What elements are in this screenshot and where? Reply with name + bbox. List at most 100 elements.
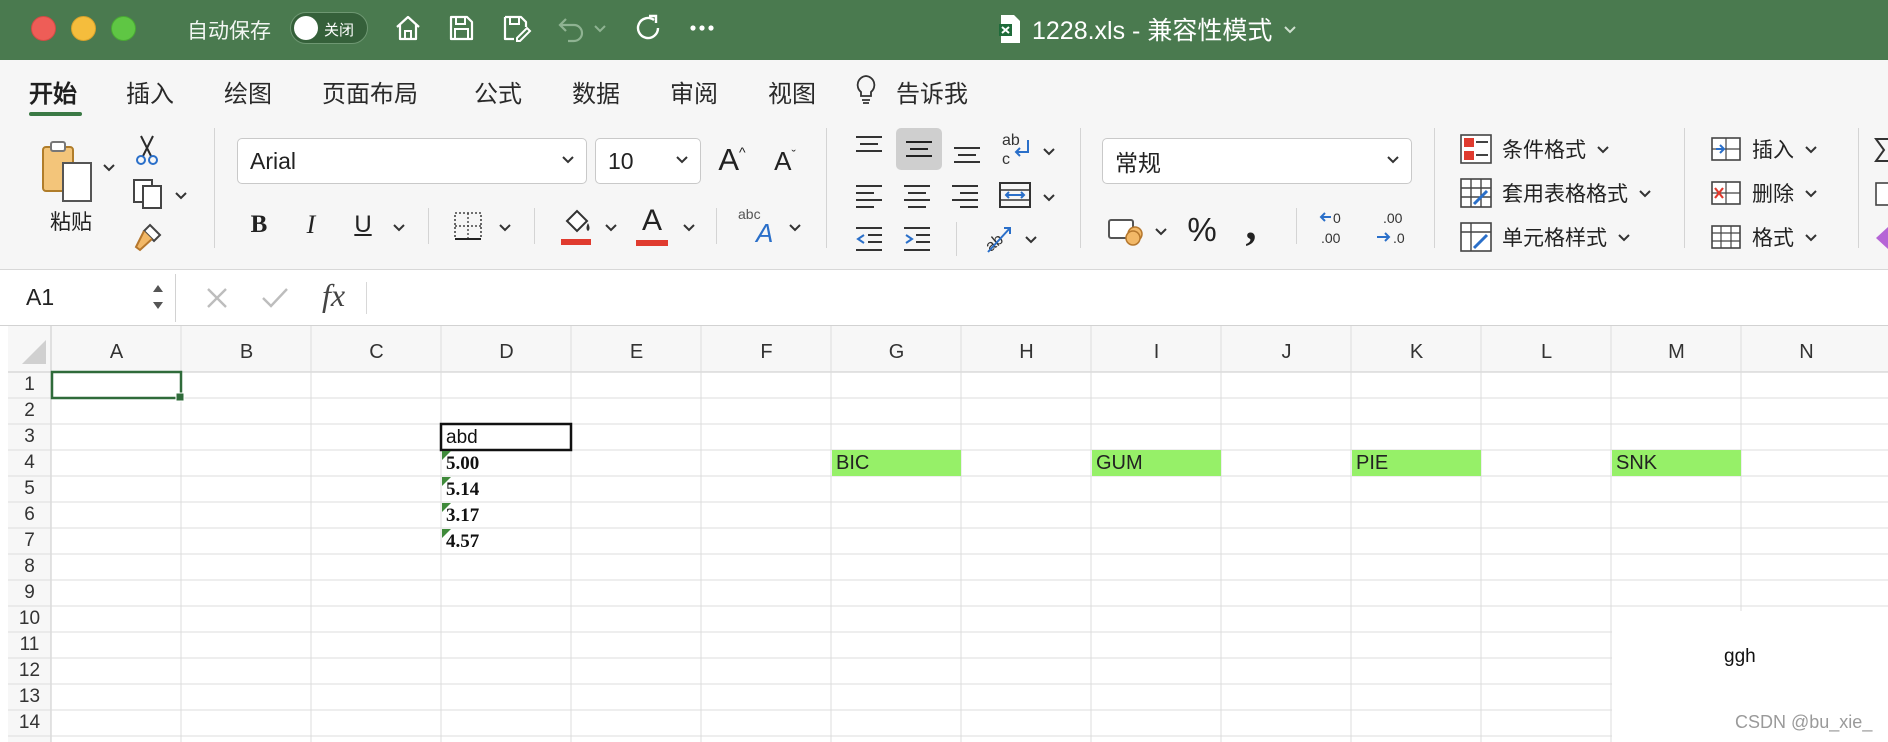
percent-style-button[interactable]: %: [1182, 210, 1222, 250]
zoom-window-button[interactable]: [111, 16, 136, 41]
tab-data[interactable]: 数据: [572, 74, 620, 109]
column-header-e[interactable]: E: [572, 332, 701, 372]
autosave-toggle[interactable]: 关闭: [290, 12, 368, 44]
cell-g4[interactable]: BIC: [832, 450, 961, 476]
tab-formulas[interactable]: 公式: [474, 74, 522, 109]
shrink-font-icon[interactable]: Aˇ: [766, 142, 804, 180]
copy-dropdown-icon[interactable]: [172, 186, 190, 204]
tab-draw[interactable]: 绘图: [224, 74, 272, 109]
minimize-window-button[interactable]: [71, 16, 96, 41]
save-as-icon[interactable]: [498, 10, 534, 46]
wrap-dropdown-icon[interactable]: [1040, 142, 1058, 160]
decrease-decimal-icon[interactable]: .00.0: [1372, 208, 1414, 248]
borders-dropdown-icon[interactable]: [496, 218, 514, 236]
align-middle-icon[interactable]: [896, 128, 942, 170]
underline-dropdown-icon[interactable]: [390, 218, 408, 236]
home-icon[interactable]: [390, 10, 426, 46]
tab-review[interactable]: 审阅: [670, 74, 718, 109]
increase-indent-icon[interactable]: [900, 222, 934, 256]
align-bottom-icon[interactable]: [950, 136, 984, 170]
row-header-1[interactable]: 1: [8, 372, 51, 398]
column-header-l[interactable]: L: [1482, 332, 1611, 372]
name-box-spinner-icon[interactable]: [151, 279, 165, 315]
format-cells-button[interactable]: 格式: [1710, 222, 1818, 252]
font-color-dropdown-icon[interactable]: [680, 218, 698, 236]
font-size-select[interactable]: 10: [595, 138, 701, 184]
fill-color-dropdown-icon[interactable]: [602, 218, 620, 236]
row-header-11[interactable]: 11: [8, 632, 51, 658]
delete-cells-button[interactable]: 删除: [1710, 178, 1818, 208]
insert-cells-button[interactable]: 插入: [1710, 134, 1818, 164]
borders-icon[interactable]: [450, 208, 486, 244]
font-name-select[interactable]: Arial: [237, 138, 587, 184]
column-header-g[interactable]: G: [832, 332, 961, 372]
cut-icon[interactable]: [132, 132, 162, 168]
comma-style-button[interactable]: ,: [1236, 200, 1266, 249]
tell-me-box[interactable]: 告诉我: [896, 74, 968, 109]
column-header-i[interactable]: I: [1092, 332, 1221, 372]
column-header-h[interactable]: H: [962, 332, 1091, 372]
format-as-table-button[interactable]: 套用表格格式: [1460, 178, 1652, 208]
autosum-icon[interactable]: [1872, 134, 1888, 166]
phonetic-guide-icon[interactable]: abc A: [738, 206, 786, 248]
document-title[interactable]: 1228.xls - 兼容性模式: [998, 12, 1298, 46]
orientation-dropdown-icon[interactable]: [1022, 230, 1040, 248]
clear-icon[interactable]: [1872, 222, 1888, 254]
column-header-c[interactable]: C: [312, 332, 441, 372]
cell-d5[interactable]: 5.14: [446, 479, 479, 501]
number-format-select[interactable]: 常规: [1102, 138, 1412, 184]
cell-styles-button[interactable]: 单元格样式: [1460, 222, 1631, 252]
decrease-indent-icon[interactable]: [852, 222, 886, 256]
column-header-f[interactable]: F: [702, 332, 831, 372]
accounting-format-icon[interactable]: [1106, 212, 1146, 248]
column-header-m[interactable]: M: [1612, 332, 1741, 372]
row-header-9[interactable]: 9: [8, 580, 51, 606]
cell-d4[interactable]: 5.00: [446, 453, 479, 475]
row-header-6[interactable]: 6: [8, 502, 51, 528]
row-header-13[interactable]: 13: [8, 684, 51, 710]
paste-icon[interactable]: [36, 138, 98, 206]
column-header-d[interactable]: D: [442, 332, 571, 372]
align-center-icon[interactable]: [900, 178, 934, 212]
row-header-12[interactable]: 12: [8, 658, 51, 684]
cell-k4[interactable]: PIE: [1352, 450, 1481, 476]
column-header-b[interactable]: B: [182, 332, 311, 372]
tab-insert[interactable]: 插入: [126, 74, 174, 109]
row-header-8[interactable]: 8: [8, 554, 51, 580]
phonetic-dropdown-icon[interactable]: [786, 218, 804, 236]
row-header-2[interactable]: 2: [8, 398, 51, 424]
cell-d7[interactable]: 4.57: [446, 531, 479, 553]
row-header-4[interactable]: 4: [8, 450, 51, 476]
copy-icon[interactable]: [130, 176, 166, 210]
spreadsheet-grid[interactable]: A B C D E F G H I J K L M N 1 2 3 4 5 6 …: [8, 326, 1888, 742]
wrap-text-icon[interactable]: ab c: [998, 128, 1036, 170]
cell-d6[interactable]: 3.17: [446, 505, 479, 527]
cell-m4[interactable]: SNK: [1612, 450, 1741, 476]
row-header-14[interactable]: 14: [8, 710, 51, 736]
italic-button[interactable]: I: [296, 208, 326, 242]
more-icon[interactable]: [684, 10, 720, 46]
accounting-dropdown-icon[interactable]: [1152, 222, 1170, 240]
format-painter-icon[interactable]: [130, 220, 166, 254]
paste-dropdown-icon[interactable]: [100, 158, 118, 176]
name-box[interactable]: A1: [8, 274, 176, 322]
align-top-icon[interactable]: [852, 130, 886, 164]
grow-font-icon[interactable]: A ^: [712, 140, 752, 180]
conditional-format-button[interactable]: 条件格式: [1460, 134, 1610, 164]
align-right-icon[interactable]: [948, 178, 982, 212]
redo-icon[interactable]: [630, 10, 666, 46]
text-orientation-icon[interactable]: ab: [978, 218, 1018, 258]
row-header-3[interactable]: 3: [8, 424, 51, 450]
row-header-7[interactable]: 7: [8, 528, 51, 554]
tab-view[interactable]: 视图: [768, 74, 816, 109]
save-icon[interactable]: [443, 10, 479, 46]
merge-center-icon[interactable]: [996, 178, 1034, 212]
cell-d3[interactable]: abd: [446, 427, 478, 449]
column-header-n[interactable]: N: [1742, 332, 1871, 372]
floating-text-box[interactable]: ggh: [1724, 646, 1756, 668]
merge-dropdown-icon[interactable]: [1040, 188, 1058, 206]
fill-icon[interactable]: [1872, 178, 1888, 210]
row-header-5[interactable]: 5: [8, 476, 51, 502]
fill-color-icon[interactable]: [558, 206, 594, 248]
tab-home[interactable]: 开始: [29, 74, 77, 109]
